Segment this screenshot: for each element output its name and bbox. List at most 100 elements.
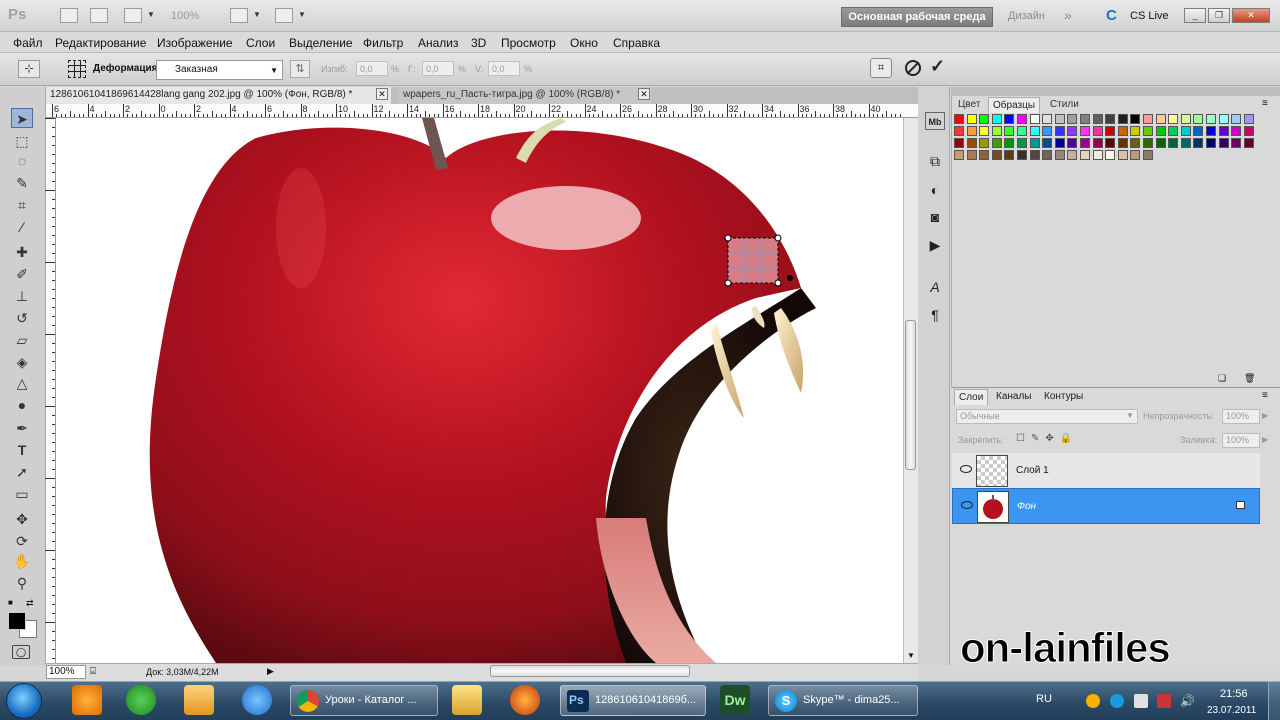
color-swatch[interactable]: [1029, 150, 1040, 160]
color-swatch[interactable]: [1067, 126, 1078, 136]
media-player-icon[interactable]: [184, 685, 214, 715]
new-swatch-icon[interactable]: ❏: [1218, 373, 1226, 384]
menu-edit[interactable]: Редактирование: [55, 36, 146, 50]
minimize-button[interactable]: _: [1184, 8, 1206, 23]
warp-mode-icon[interactable]: [68, 60, 86, 78]
color-swatch[interactable]: [1067, 114, 1078, 124]
crop-tool-icon[interactable]: ⌗: [11, 195, 33, 215]
color-swatch[interactable]: [1029, 138, 1040, 148]
mini-bridge-icon[interactable]: [90, 8, 108, 23]
menu-select[interactable]: Выделение: [289, 36, 353, 50]
color-swatch[interactable]: [979, 126, 990, 136]
color-swatch[interactable]: [1029, 114, 1040, 124]
color-swatch[interactable]: [1130, 126, 1141, 136]
quick-mask-icon[interactable]: ◯: [12, 645, 30, 659]
tab-paths[interactable]: Контуры: [1040, 389, 1087, 405]
commit-transform-icon[interactable]: ✓: [930, 56, 945, 77]
color-swatch[interactable]: [1117, 114, 1128, 124]
mini-bridge-panel-icon[interactable]: Mb: [925, 112, 945, 130]
color-swatch[interactable]: [1130, 150, 1141, 160]
menu-analysis[interactable]: Анализ: [418, 36, 459, 50]
blur-tool-icon[interactable]: △: [11, 373, 33, 393]
tool-preset-icon[interactable]: ⊹: [18, 60, 40, 78]
color-swatch[interactable]: [1231, 126, 1242, 136]
status-settings-icon[interactable]: ⌸: [90, 666, 96, 677]
aimp-icon[interactable]: [72, 685, 102, 715]
panel-menu-icon[interactable]: ≡: [1262, 390, 1268, 401]
color-swatch[interactable]: [1243, 126, 1254, 136]
scroll-down-icon[interactable]: ▼: [907, 651, 915, 660]
color-swatch[interactable]: [1029, 126, 1040, 136]
tab-tiger-document[interactable]: wpapers_ru_Пасть-тигра.jpg @ 100% (RGB/8…: [399, 87, 652, 104]
cs-live-button[interactable]: CS Live: [1130, 10, 1169, 22]
menu-window[interactable]: Окно: [570, 36, 598, 50]
healing-brush-tool-icon[interactable]: ✚: [11, 242, 33, 262]
color-swatch[interactable]: [1004, 114, 1015, 124]
color-swatch[interactable]: [1017, 126, 1027, 136]
color-swatch[interactable]: [1054, 126, 1065, 136]
color-swatch[interactable]: [1042, 126, 1053, 136]
workspace-button[interactable]: Основная рабочая среда: [841, 7, 993, 27]
type-tool-icon[interactable]: T: [11, 440, 33, 460]
menu-3d[interactable]: 3D: [471, 36, 486, 50]
color-swatch[interactable]: [1180, 138, 1191, 148]
color-swatch[interactable]: [991, 150, 1002, 160]
color-swatch[interactable]: [1054, 138, 1065, 148]
color-swatch[interactable]: [1193, 114, 1204, 124]
color-swatch[interactable]: [979, 114, 990, 124]
color-swatch[interactable]: [1042, 150, 1053, 160]
tab-layers[interactable]: Слои: [954, 389, 989, 405]
show-desktop-button[interactable]: [1268, 681, 1280, 720]
zoom-tool-icon[interactable]: ⚲: [11, 573, 33, 593]
color-swatch[interactable]: [1067, 138, 1078, 148]
color-swatch[interactable]: [1143, 114, 1153, 124]
explorer-folder-icon[interactable]: [452, 685, 482, 715]
color-swatch[interactable]: [1117, 150, 1128, 160]
tab-apple-document[interactable]: 12861061041869614428lang gang 202.jpg @ …: [46, 87, 391, 104]
color-swatch[interactable]: [1080, 126, 1090, 136]
color-swatch[interactable]: [1092, 126, 1103, 136]
color-swatch[interactable]: [1105, 138, 1116, 148]
swatch-grid[interactable]: [954, 114, 1259, 170]
paragraph-panel-icon[interactable]: ¶: [925, 306, 945, 324]
fill-field[interactable]: 100%: [1222, 433, 1260, 448]
masks-panel-icon[interactable]: ◙: [925, 208, 945, 226]
color-swatch[interactable]: [1017, 138, 1027, 148]
horizontal-scrollbar-thumb[interactable]: [490, 665, 690, 677]
color-swatch[interactable]: [1206, 126, 1216, 136]
more-workspaces-icon[interactable]: »: [1064, 7, 1072, 23]
zoom-status-field[interactable]: 100%: [46, 665, 86, 679]
fill-slider-icon[interactable]: ▶: [1262, 435, 1268, 444]
color-swatch[interactable]: [1105, 150, 1116, 160]
tray-skype-icon[interactable]: [1110, 694, 1124, 708]
color-swatch[interactable]: [1130, 114, 1141, 124]
menu-view[interactable]: Просмотр: [501, 36, 556, 50]
bridge-icon[interactable]: [60, 8, 78, 23]
color-swatch[interactable]: [1180, 126, 1191, 136]
taskbar-window-photoshop[interactable]: Ps 12861061041869б...: [560, 685, 706, 716]
blend-mode-select[interactable]: Обычные ▼: [956, 409, 1138, 424]
color-swatch[interactable]: [1180, 114, 1191, 124]
tray-app-icon[interactable]: [1134, 694, 1148, 708]
start-button[interactable]: [6, 683, 42, 719]
status-arrow-icon[interactable]: ▶: [267, 666, 274, 677]
bend-field[interactable]: 0,0: [356, 61, 388, 76]
color-swatch[interactable]: [1193, 126, 1204, 136]
actions-panel-icon[interactable]: ▶: [925, 236, 945, 254]
close-icon[interactable]: ✕: [376, 88, 388, 100]
3d-camera-tool-icon[interactable]: ⟳: [11, 531, 33, 551]
color-swatch[interactable]: [1117, 126, 1128, 136]
color-swatch[interactable]: [966, 126, 977, 136]
opacity-field[interactable]: 100%: [1222, 409, 1260, 424]
color-swatch[interactable]: [966, 138, 977, 148]
color-swatch[interactable]: [1218, 138, 1229, 148]
color-swatch[interactable]: [1080, 114, 1090, 124]
menu-filter[interactable]: Фильтр: [363, 36, 403, 50]
color-swatch[interactable]: [1042, 114, 1053, 124]
color-swatch[interactable]: [1193, 138, 1204, 148]
color-swatch[interactable]: [1155, 114, 1166, 124]
color-swatch[interactable]: [966, 114, 977, 124]
pen-tool-icon[interactable]: ✒: [11, 418, 33, 438]
color-swatch[interactable]: [1130, 138, 1141, 148]
menu-layers[interactable]: Слои: [246, 36, 275, 50]
